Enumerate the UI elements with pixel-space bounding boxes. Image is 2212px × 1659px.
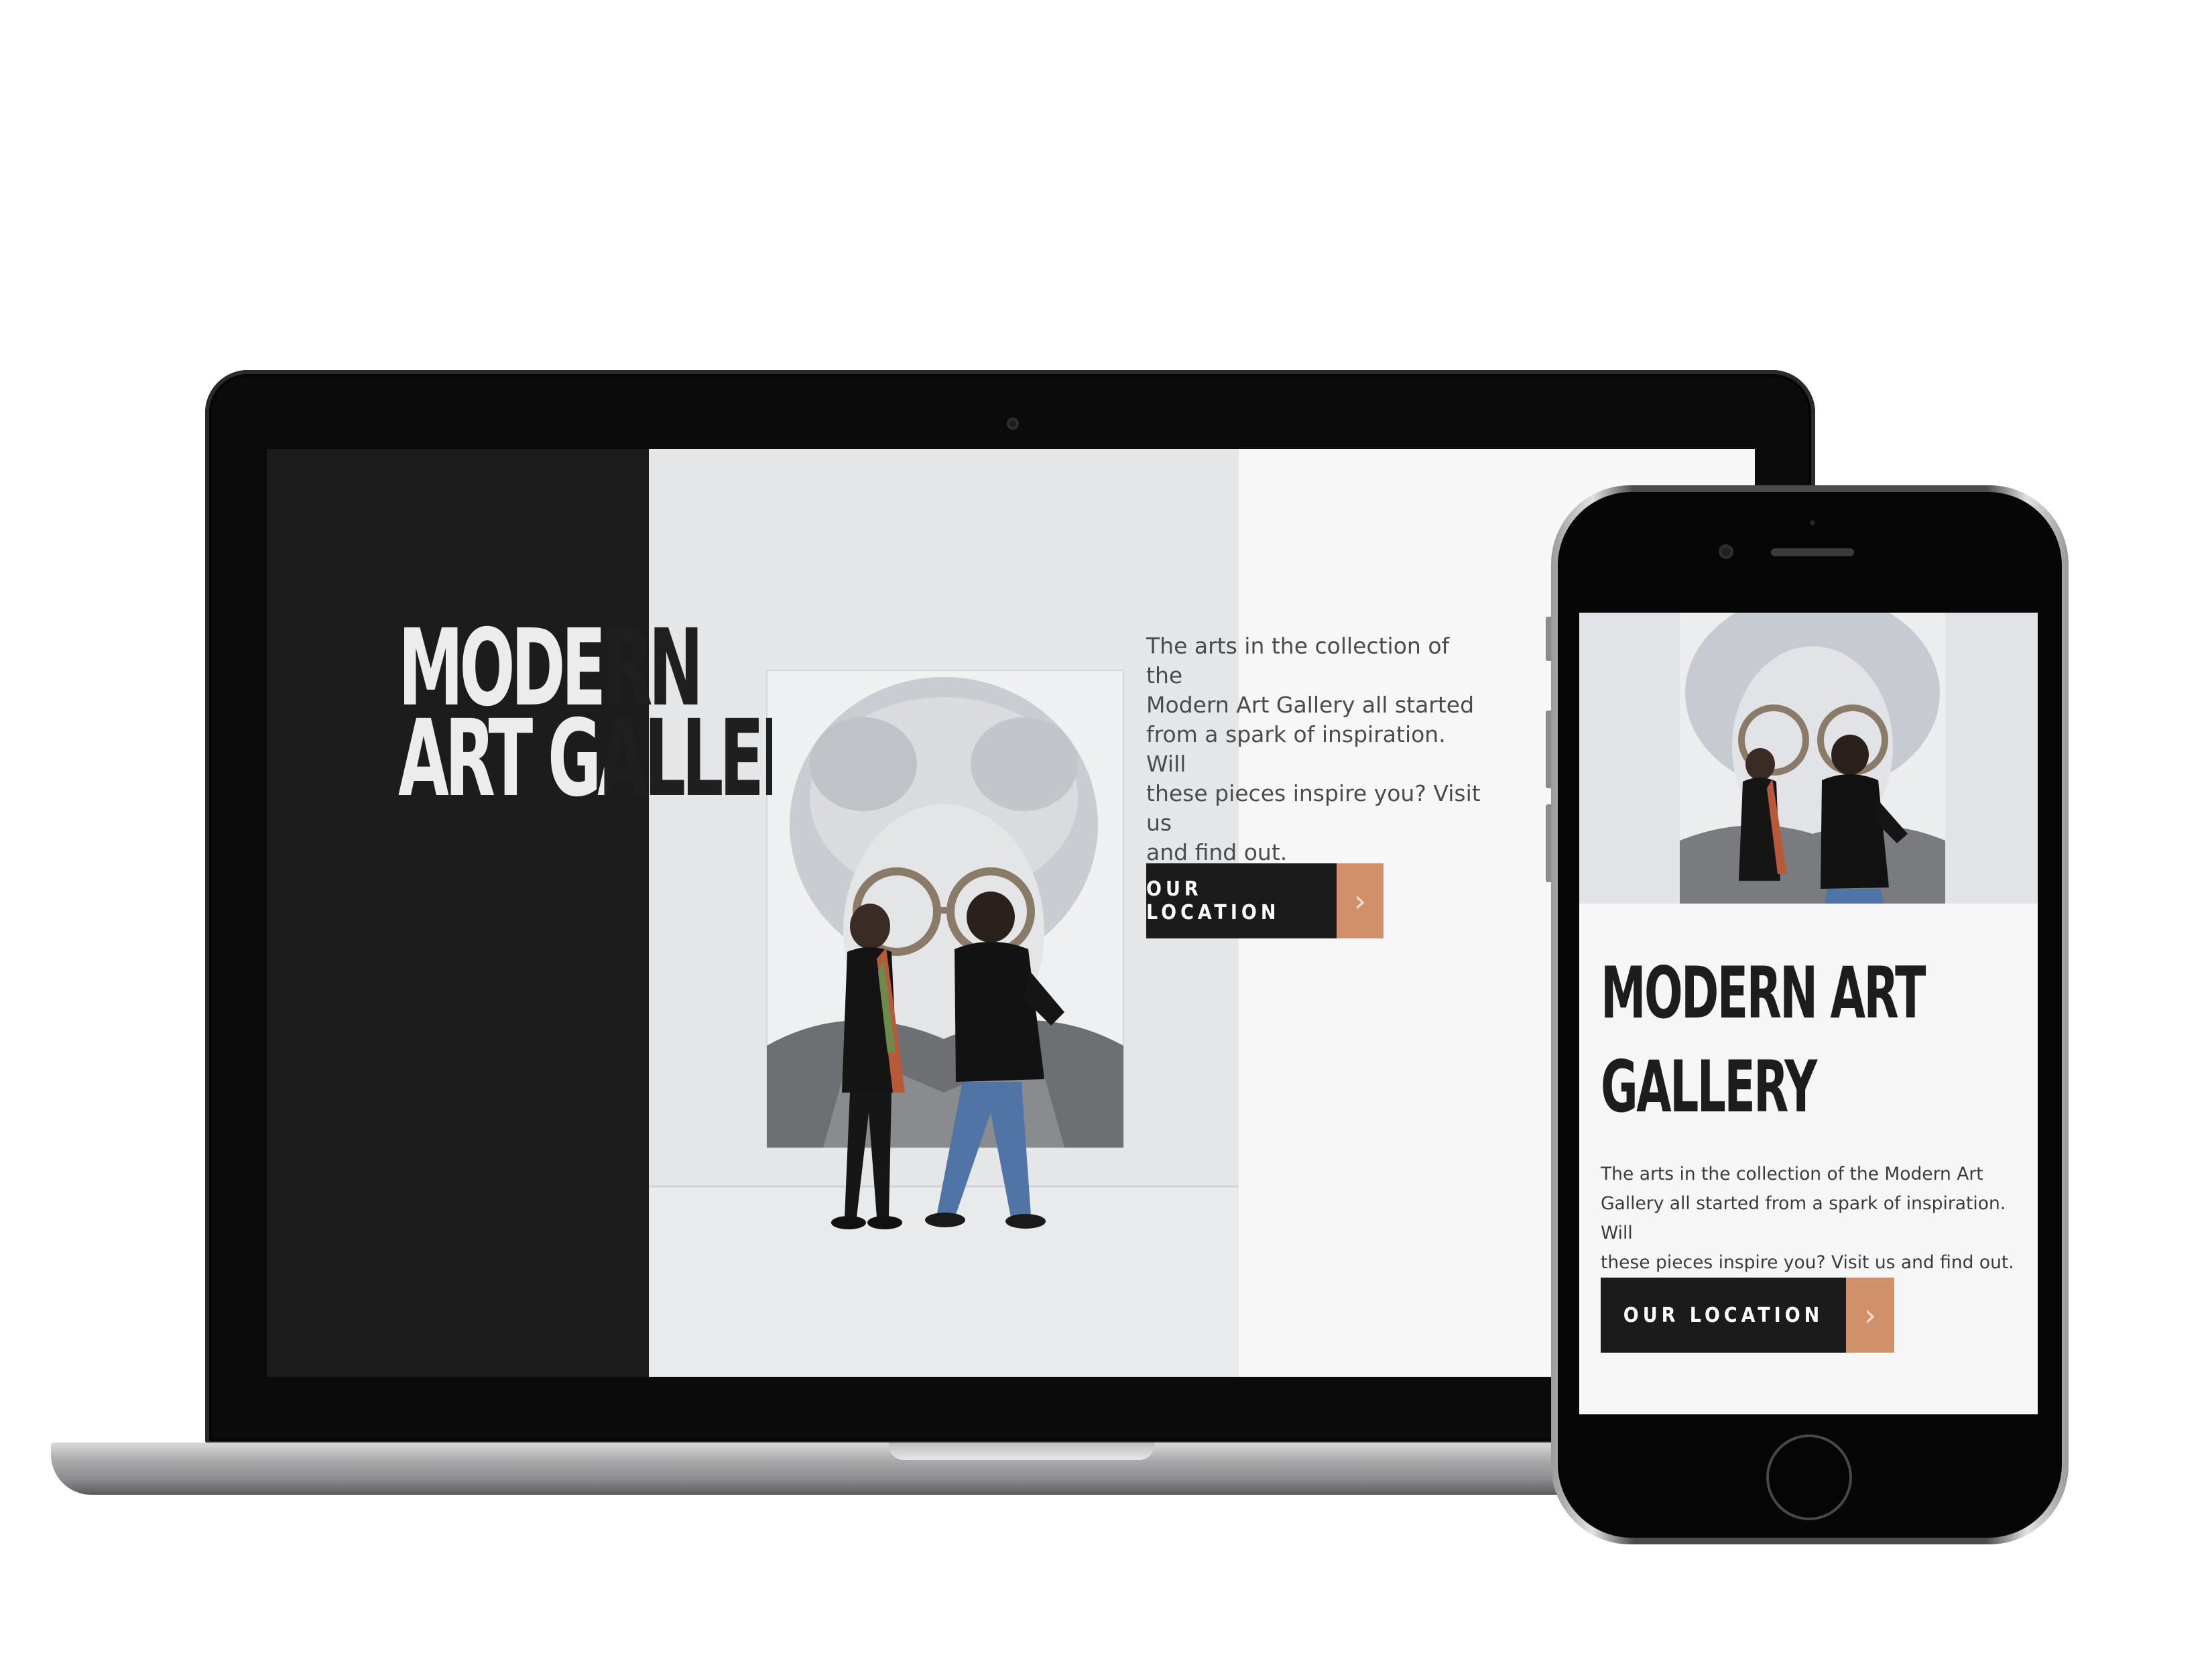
phone-home-button[interactable] (1769, 1437, 1849, 1518)
mobile-hero-title: MODERN ART GALLERY (1601, 946, 2030, 1134)
desktop-page: MODERN ART GALLERY The arts in the colle… (267, 449, 1755, 1377)
laptop-base (51, 1442, 1646, 1495)
dark-side-panel (267, 449, 649, 1377)
description-line: these pieces inspire you? Visit us (1146, 780, 1481, 836)
chevron-right-icon[interactable]: › (1846, 1278, 1894, 1353)
chevron-right-icon[interactable]: › (1337, 863, 1384, 938)
mobile-title-line-2: GALLERY (1601, 1046, 1817, 1128)
description-line: from a spark of inspiration. Will (1146, 721, 1446, 777)
phone-volume-down (1546, 804, 1551, 882)
hero-title: MODERN ART GALLERY (398, 615, 851, 820)
phone-volume-up (1546, 711, 1551, 788)
phone-mute-switch (1546, 617, 1551, 661)
gallery-visitors-illustration (1579, 613, 2038, 904)
description-line: The arts in the collection of the (1146, 633, 1450, 688)
mobile-our-location-button[interactable]: OUR LOCATION › (1601, 1278, 1894, 1353)
mobile-our-location-label[interactable]: OUR LOCATION (1601, 1278, 1846, 1353)
description-line: these pieces inspire you? Visit us and f… (1601, 1252, 2014, 1273)
mobile-page: MODERN ART GALLERY The arts in the colle… (1579, 613, 2038, 1414)
phone-camera (1719, 544, 1733, 559)
hero-description: The arts in the collection of the Modern… (1146, 631, 1481, 867)
our-location-button[interactable]: OUR LOCATION › (1146, 863, 1384, 938)
laptop-hinge-notch (889, 1442, 1154, 1460)
mobile-hero-photo (1579, 613, 2038, 904)
description-line: Modern Art Gallery all started (1146, 692, 1475, 718)
mobile-title-line-1: MODERN ART (1601, 952, 1926, 1034)
description-line: The arts in the collection of the Modern… (1601, 1164, 1983, 1184)
hero-title-line-2: ART GALLERY (398, 697, 851, 820)
description-line: Gallery all started from a spark of insp… (1601, 1193, 2006, 1243)
our-location-label[interactable]: OUR LOCATION (1146, 863, 1337, 938)
phone-sensor (1810, 520, 1815, 526)
laptop-camera (1007, 418, 1019, 430)
phone-earpiece (1771, 548, 1854, 556)
mobile-hero-description: The arts in the collection of the Modern… (1601, 1160, 2023, 1278)
